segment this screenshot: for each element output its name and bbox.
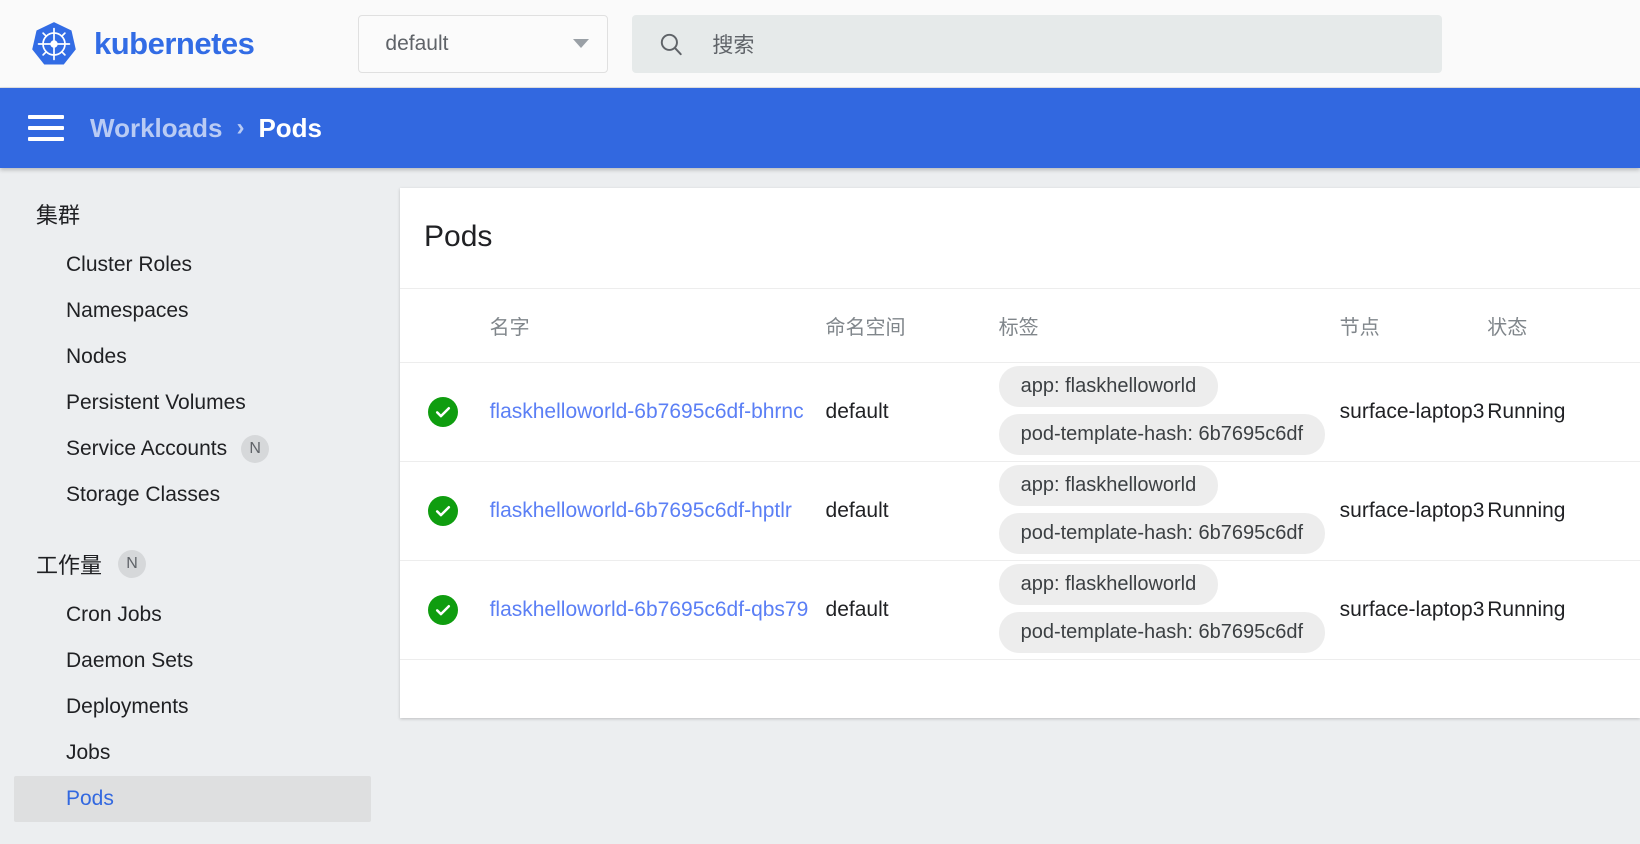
row-namespace-cell: default — [825, 362, 999, 462]
sidebar-item-label: Cron Jobs — [66, 603, 162, 626]
sidebar-item-jobs[interactable]: Jobs — [14, 730, 371, 776]
pod-name-link[interactable]: flaskhelloworld-6b7695c6df-hptlr — [490, 499, 792, 522]
row-name-cell: flaskhelloworld-6b7695c6df-qbs79 — [489, 560, 826, 660]
row-namespace-cell: default — [825, 461, 999, 561]
sidebar: 集群 Cluster Roles Namespaces Nodes Persis… — [0, 168, 385, 844]
label-chip: app: flaskhelloworld — [998, 366, 1219, 407]
check-circle-icon — [428, 496, 458, 526]
sidebar-item-pods[interactable]: Pods — [14, 776, 371, 822]
sidebar-group-label: 集群 — [36, 203, 81, 228]
sidebar-item-label: Service Accounts — [66, 437, 228, 460]
row-labels-cell: app: flaskhelloworld pod-template-hash: … — [998, 362, 1340, 462]
sidebar-group-title-workloads: 工作量 N — [0, 536, 385, 592]
pods-table: 名字 命名空间 标签 节点 状态 flaskhelloworld-6b7695c… — [400, 289, 1640, 734]
sidebar-group-title-cluster: 集群 — [0, 186, 385, 242]
sidebar-item-label: Jobs — [66, 741, 111, 764]
namespace-select-value: default — [385, 31, 449, 55]
breadcrumb-parent[interactable]: Workloads — [90, 113, 222, 144]
row-status-cell: Running — [1487, 362, 1640, 462]
table-footer-row — [400, 660, 1640, 734]
table-header-row: 名字 命名空间 标签 节点 状态 — [400, 289, 1640, 363]
row-status-icon-cell — [400, 560, 490, 660]
sidebar-item-namespaces[interactable]: Namespaces — [14, 288, 371, 334]
sidebar-item-label: Nodes — [66, 345, 127, 368]
top-bar: kubernetes default 搜索 — [0, 0, 1640, 88]
sidebar-item-label: Namespaces — [66, 299, 189, 322]
hamburger-menu-icon[interactable] — [28, 115, 64, 141]
sidebar-item-label: Pods — [66, 787, 114, 810]
label-chip: app: flaskhelloworld — [998, 465, 1219, 506]
row-node-cell: surface-laptop3 — [1339, 461, 1488, 561]
chevron-down-icon — [573, 39, 590, 48]
sidebar-item-storage-classes[interactable]: Storage Classes — [14, 472, 371, 518]
label-chip: pod-template-hash: 6b7695c6df — [998, 612, 1326, 653]
row-name-cell: flaskhelloworld-6b7695c6df-hptlr — [489, 461, 826, 561]
row-name-cell: flaskhelloworld-6b7695c6df-bhrnc — [489, 362, 826, 462]
brand[interactable]: kubernetes — [28, 18, 255, 70]
row-labels-cell: app: flaskhelloworld pod-template-hash: … — [998, 560, 1340, 660]
row-status-icon-cell — [400, 461, 490, 561]
sidebar-group-badge: N — [118, 550, 147, 578]
row-status-icon-cell — [400, 362, 490, 462]
sidebar-item-label: Persistent Volumes — [66, 391, 246, 414]
page-body: 集群 Cluster Roles Namespaces Nodes Persis… — [0, 168, 1640, 844]
row-node-cell: surface-laptop3 — [1339, 362, 1488, 462]
label-chip: app: flaskhelloworld — [998, 564, 1219, 605]
sidebar-item-cluster-roles[interactable]: Cluster Roles — [14, 242, 371, 288]
column-header-labels[interactable]: 标签 — [998, 289, 1340, 363]
sidebar-item-service-accounts[interactable]: Service Accounts N — [14, 426, 371, 472]
pod-name-link[interactable]: flaskhelloworld-6b7695c6df-qbs79 — [490, 598, 809, 621]
search-icon — [661, 33, 683, 55]
namespace-select[interactable]: default — [358, 14, 609, 73]
row-namespace-cell: default — [825, 560, 999, 660]
sidebar-item-label: Cluster Roles — [66, 253, 193, 276]
sidebar-item-nodes[interactable]: Nodes — [14, 334, 371, 380]
sidebar-item-label: Deployments — [66, 695, 189, 718]
row-status-cell: Running — [1487, 461, 1640, 561]
table-row[interactable]: flaskhelloworld-6b7695c6df-qbs79 default… — [400, 560, 1640, 660]
row-status-cell: Running — [1487, 560, 1640, 660]
breadcrumb: Workloads › Pods — [90, 113, 322, 144]
search-input[interactable]: 搜索 — [632, 14, 1443, 73]
brand-name: kubernetes — [94, 25, 255, 61]
table-row[interactable]: flaskhelloworld-6b7695c6df-hptlr default… — [400, 461, 1640, 561]
column-header-namespace[interactable]: 命名空间 — [825, 289, 999, 363]
breadcrumb-bar: Workloads › Pods — [0, 88, 1640, 168]
sidebar-item-cron-jobs[interactable]: Cron Jobs — [14, 592, 371, 638]
sidebar-item-label: Storage Classes — [66, 483, 221, 506]
row-labels-cell: app: flaskhelloworld pod-template-hash: … — [998, 461, 1340, 561]
check-circle-icon — [428, 595, 458, 625]
table-row[interactable]: flaskhelloworld-6b7695c6df-bhrnc default… — [400, 362, 1640, 462]
sidebar-item-badge: N — [241, 435, 270, 463]
pods-card: Pods 名字 命名空间 标签 节点 状态 flaskhelloworld-6b… — [400, 188, 1640, 718]
kubernetes-logo-icon — [32, 21, 76, 65]
sidebar-group-label: 工作量 — [36, 553, 103, 578]
sidebar-item-persistent-volumes[interactable]: Persistent Volumes — [14, 380, 371, 426]
label-chip: pod-template-hash: 6b7695c6df — [998, 513, 1326, 554]
row-node-cell: surface-laptop3 — [1339, 560, 1488, 660]
breadcrumb-current: Pods — [258, 112, 323, 143]
sidebar-item-daemon-sets[interactable]: Daemon Sets — [14, 638, 371, 684]
label-chip: pod-template-hash: 6b7695c6df — [998, 414, 1326, 455]
search-placeholder: 搜索 — [712, 33, 755, 57]
sidebar-item-label: Daemon Sets — [66, 649, 194, 672]
column-header-name[interactable]: 名字 — [489, 289, 826, 363]
sidebar-item-deployments[interactable]: Deployments — [14, 684, 371, 730]
column-header-status[interactable]: 状态 — [1487, 289, 1640, 363]
page-title: Pods — [400, 188, 1640, 289]
column-header-status-icon — [400, 289, 490, 363]
chevron-right-icon: › — [236, 114, 245, 141]
column-header-node[interactable]: 节点 — [1339, 289, 1488, 363]
pod-name-link[interactable]: flaskhelloworld-6b7695c6df-bhrnc — [490, 400, 804, 423]
main-content: Pods 名字 命名空间 标签 节点 状态 flaskhelloworld-6b… — [385, 168, 1640, 844]
check-circle-icon — [428, 397, 458, 427]
